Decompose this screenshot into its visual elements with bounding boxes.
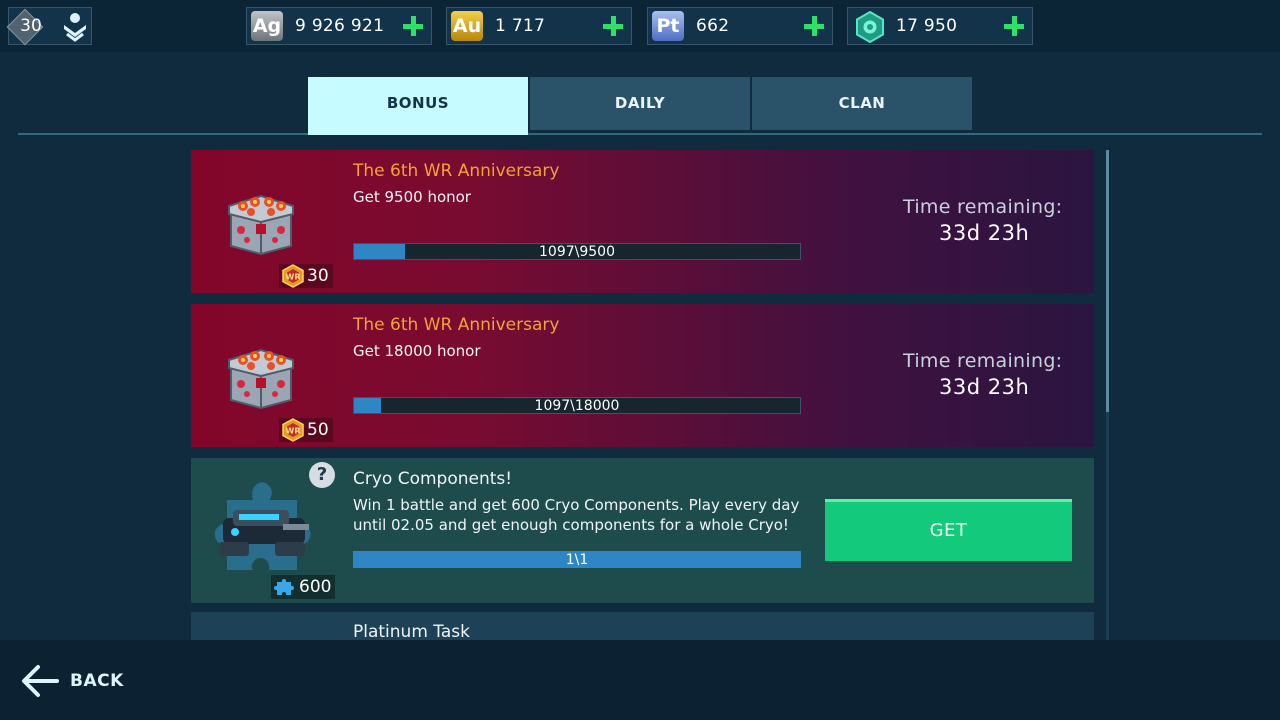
task-progress-bar: 1097\18000	[353, 397, 801, 414]
bottom-bar	[0, 640, 1280, 720]
back-button[interactable]: BACK	[20, 663, 130, 699]
task-title: Cryo Components!	[353, 469, 513, 489]
task-description: Get 9500 honor	[353, 188, 471, 206]
task-progress-bar: 1\1	[353, 551, 801, 568]
player-level-badge[interactable]: 30	[6, 7, 92, 46]
active-tab-indicator	[308, 130, 528, 135]
gold-amount: 1 717	[495, 16, 546, 36]
task-card: Platinum Task	[191, 612, 1094, 640]
task-card: ? 600 Cryo Components! Win 1 battle and …	[191, 458, 1094, 603]
cryo-robot-icon	[214, 482, 311, 570]
time-remaining-value: 33d 23h	[939, 221, 1030, 245]
top-bar	[0, 0, 1280, 52]
time-remaining-value: 33d 23h	[939, 375, 1030, 399]
task-progress-bar: 1097\9500	[353, 243, 801, 260]
time-remaining-label: Time remaining:	[903, 196, 1063, 218]
add-silver-plus-icon[interactable]	[401, 14, 425, 38]
task-title: The 6th WR Anniversary	[353, 161, 560, 181]
task-card: WR 50 The 6th WR Anniversary Get 18000 h…	[191, 304, 1094, 447]
task-card: WR 30 The 6th WR Anniversary Get 9500 ho…	[191, 150, 1094, 293]
task-description: Get 18000 honor	[353, 342, 481, 360]
task-list[interactable]: WR 30 The 6th WR Anniversary Get 9500 ho…	[191, 150, 1095, 640]
key-hexagon-icon	[856, 11, 884, 43]
rank-chevron-icon	[64, 13, 86, 42]
progress-text: 1\1	[565, 552, 589, 568]
progress-text: 1097\18000	[534, 398, 620, 414]
add-platinum-plus-icon[interactable]	[802, 14, 826, 38]
silver-amount: 9 926 921	[295, 16, 385, 36]
reward-chip: 600	[271, 575, 336, 599]
chest-icon	[228, 348, 294, 410]
add-gold-plus-icon[interactable]	[601, 14, 625, 38]
svg-text:WR: WR	[286, 273, 301, 282]
currency-platinum: Pt 662	[647, 7, 833, 45]
silver-icon: Ag	[251, 11, 283, 41]
wr-token-icon: WR	[282, 264, 304, 288]
scrollbar-thumb[interactable]	[1106, 150, 1109, 412]
chest-icon	[228, 194, 294, 256]
svg-text:WR: WR	[286, 427, 301, 436]
back-arrow-icon	[22, 665, 59, 697]
task-description: Win 1 battle and get 600 Cryo Components…	[353, 496, 800, 534]
reward-chip: WR 30	[279, 264, 333, 288]
gold-icon: Au	[451, 11, 483, 41]
reward-amount: 600	[299, 577, 332, 597]
tab-clan[interactable]: CLAN	[752, 77, 972, 130]
task-title: The 6th WR Anniversary	[353, 315, 560, 335]
back-label: BACK	[70, 671, 124, 691]
time-remaining-label: Time remaining:	[903, 350, 1063, 372]
currency-keys: 17 950	[847, 7, 1033, 45]
platinum-icon: Pt	[652, 11, 684, 41]
get-reward-button[interactable]: GET	[825, 499, 1072, 561]
progress-text: 1097\9500	[539, 244, 615, 260]
platinum-amount: 662	[696, 16, 730, 36]
reward-amount: 30	[307, 266, 329, 286]
reward-amount: 50	[307, 420, 329, 440]
player-level: 30	[20, 16, 42, 36]
task-title: Platinum Task	[353, 622, 470, 640]
reward-chip: WR 50	[279, 418, 333, 442]
wr-token-icon: WR	[282, 418, 304, 442]
currency-silver: Ag 9 926 921	[246, 7, 432, 45]
keys-amount: 17 950	[896, 16, 958, 36]
tab-bonus[interactable]: BONUS	[308, 77, 528, 130]
currency-gold: Au 1 717	[446, 7, 632, 45]
help-question-icon[interactable]: ?	[309, 462, 335, 488]
add-keys-plus-icon[interactable]	[1002, 14, 1026, 38]
puzzle-piece-icon	[274, 579, 294, 595]
tab-daily[interactable]: DAILY	[530, 77, 750, 130]
tabs-divider	[18, 133, 1262, 135]
